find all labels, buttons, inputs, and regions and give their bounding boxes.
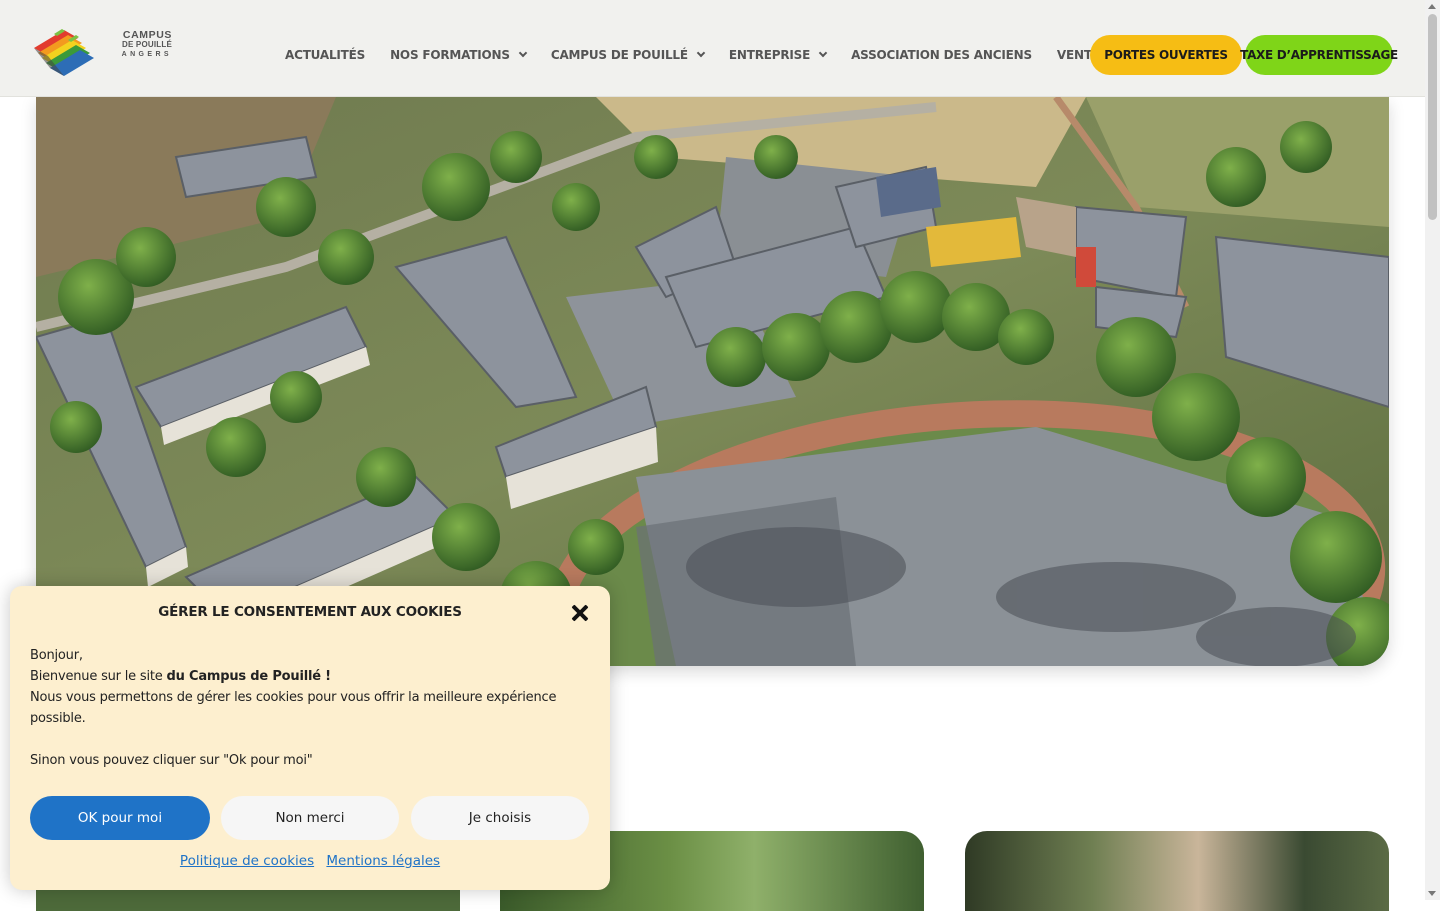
nav-label: ASSOCIATION DES ANCIENS [851,48,1032,62]
nav-item-actualites[interactable]: ACTUALITÉS [285,48,365,62]
customize-cookies-button[interactable]: Je choisis [411,796,589,840]
nav-label: NOS FORMATIONS [390,48,510,62]
legal-notice-link[interactable]: Mentions légales [326,853,440,869]
nav-item-campus-de-pouille[interactable]: CAMPUS DE POUILLÉ [550,48,706,62]
decline-cookies-button[interactable]: Non merci [221,796,399,840]
accept-cookies-button[interactable]: OK pour moi [30,796,210,840]
main-nav: ACTUALITÉS NOS FORMATIONS CAMPUS DE POUI… [285,44,1184,66]
chevron-down-icon [696,48,706,58]
cookie-explanation: Nous vous permettons de gérer les cookie… [30,690,557,726]
chevron-down-icon [818,48,828,58]
portes-ouvertes-button[interactable]: PORTES OUVERTES [1090,35,1242,75]
cookie-links: Politique de cookies Mentions légales [10,853,610,869]
cookie-welcome: Bienvenue sur le site du Campus de Pouil… [30,666,590,687]
site-header: CAMPUS DE POUILLÉ ANGERS ACTUALITÉS NOS … [0,0,1425,97]
nav-label: ENTREPRISE [728,48,811,62]
nav-label: ACTUALITÉS [285,48,366,62]
logo-line-3: ANGERS [121,51,172,58]
nav-item-entreprise[interactable]: ENTREPRISE [728,48,828,62]
logo-line-1: CAMPUS [122,29,172,41]
logo-line-2: DE POUILLÉ [121,40,172,49]
content-card-3[interactable] [965,831,1389,911]
nav-label: CAMPUS DE POUILLÉ [550,48,688,62]
aerial-campus-illustration [36,97,1389,666]
taxe-apprentissage-button[interactable]: TAXE D’APPRENTISSAGE [1240,35,1398,75]
chevron-down-icon [518,48,528,58]
close-icon[interactable] [570,603,590,623]
campus-logo[interactable]: CAMPUS DE POUILLÉ ANGERS [32,20,177,80]
cookie-policy-link[interactable]: Politique de cookies [180,853,314,869]
cookie-consent-modal: GÉRER LE CONSENTEMENT AUX COOKIES Bonjou… [10,586,610,890]
scroll-thumb[interactable] [1428,14,1437,220]
cookie-greeting: Bonjour, [30,648,83,663]
page-scrollbar[interactable] [1425,0,1440,900]
cookie-title: GÉRER LE CONSENTEMENT AUX COOKIES [158,604,462,620]
hero-aerial-image [36,97,1389,666]
nav-item-association-des-anciens[interactable]: ASSOCIATION DES ANCIENS [851,48,1032,62]
cookie-message: Bonjour, Bienvenue sur le site du Campus… [30,645,590,771]
cookie-welcome-prefix: Bienvenue sur le site [30,669,167,684]
campus-logo-icon [34,29,94,76]
cookie-alt-message: Sinon vous pouvez cliquer sur "Ok pour m… [30,753,313,768]
nav-item-nos-formations[interactable]: NOS FORMATIONS [390,48,528,62]
logo-wordmark: CAMPUS DE POUILLÉ ANGERS [104,30,172,60]
scroll-down-arrow-icon[interactable] [1428,891,1436,896]
cookie-welcome-bold: du Campus de Pouillé ! [166,669,332,684]
scroll-up-arrow-icon[interactable] [1428,4,1436,9]
